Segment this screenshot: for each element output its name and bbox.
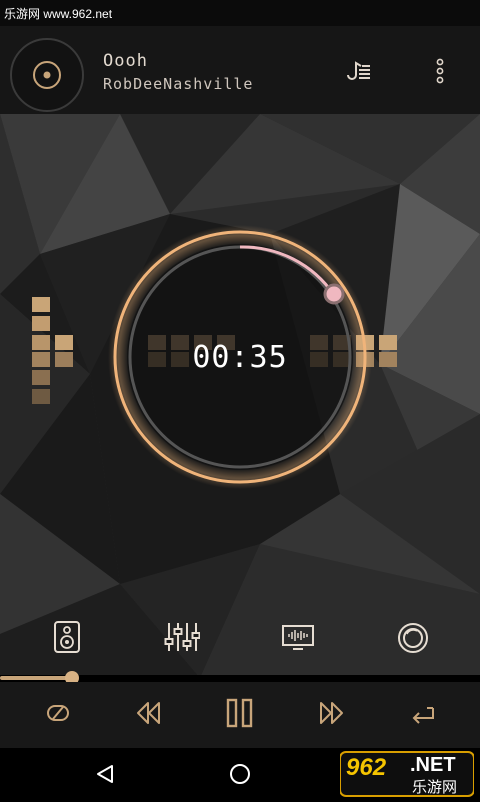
fast-forward-icon[interactable] — [318, 700, 346, 726]
eq-block — [32, 389, 50, 404]
more-options-icon[interactable] — [434, 58, 446, 84]
seek-knob[interactable] — [323, 283, 345, 305]
watermark-suffix: .NET — [410, 754, 456, 776]
eq-block — [55, 352, 73, 367]
status-bar-text: 乐游网 www.962.net — [4, 7, 113, 21]
pause-icon[interactable] — [226, 698, 254, 728]
speaker-icon[interactable] — [53, 620, 81, 654]
album-disc-icon[interactable] — [9, 37, 85, 113]
eq-block — [379, 335, 397, 350]
eq-block — [32, 316, 50, 331]
status-bar: 乐游网 www.962.net — [0, 0, 480, 26]
visualizer-icon[interactable] — [281, 624, 315, 652]
effects-icon[interactable] — [397, 622, 429, 654]
watermark-logo: 962 .NET 乐游网 — [339, 750, 475, 798]
nav-home-icon[interactable] — [228, 762, 252, 786]
song-artist: RobDeeNashville — [103, 75, 254, 93]
playback-controls — [0, 682, 480, 748]
eq-block — [55, 335, 73, 350]
rewind-icon[interactable] — [134, 700, 162, 726]
nav-back-icon[interactable] — [94, 763, 116, 785]
watermark-chinese: 乐游网 — [412, 778, 458, 796]
eq-block — [32, 352, 50, 367]
elapsed-time: 00:35 — [192, 340, 288, 375]
eq-block — [379, 352, 397, 367]
loop-icon[interactable] — [46, 702, 70, 724]
eq-block — [32, 370, 50, 385]
eq-block — [32, 297, 50, 312]
eq-block — [32, 335, 50, 350]
song-title: Oooh — [103, 51, 148, 71]
back-icon[interactable] — [409, 702, 435, 724]
equalizer-icon[interactable] — [164, 621, 200, 653]
progress-fill — [0, 676, 72, 680]
now-playing-header: Oooh RobDeeNashville — [0, 26, 480, 114]
watermark-number: 962 — [346, 754, 387, 781]
playlist-icon[interactable] — [345, 59, 371, 83]
